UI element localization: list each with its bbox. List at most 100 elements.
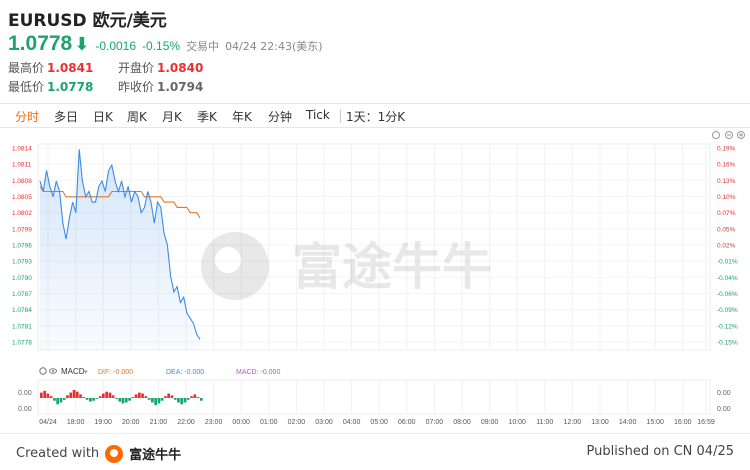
x-tick-label: 23:00: [205, 419, 223, 426]
macd-bar: [141, 393, 144, 398]
macd-bar: [124, 398, 128, 403]
macd-bar: [98, 396, 102, 398]
stat-open: 开盘价 1.0840: [118, 61, 204, 75]
tab-week-k[interactable]: 周K: [127, 108, 147, 125]
brand-name: 富途牛牛: [129, 448, 182, 463]
y-tick-label: -0.09%: [717, 307, 738, 314]
futu-logo-icon: [105, 444, 124, 463]
y-tick-label: -0.12%: [717, 323, 738, 330]
macd-bar: [75, 391, 79, 398]
tab-quarter-k[interactable]: 季K: [197, 108, 217, 125]
x-tick-label: 09:00: [481, 419, 499, 426]
undo-icon[interactable]: [712, 131, 720, 139]
macd-bar: [108, 392, 112, 398]
tab-year-k[interactable]: 年K: [232, 108, 252, 125]
settings-icon[interactable]: [39, 367, 47, 375]
y-tick-label: -0.15%: [717, 340, 738, 347]
zoom-in-icon[interactable]: [737, 131, 745, 139]
macd-legend: MACD ▾ DIF: -0.000 DEA: -0.000 MACD: -0.…: [39, 367, 280, 376]
macd-bar: [118, 398, 122, 402]
macd-bar: [95, 398, 99, 399]
macd-bar: [49, 396, 53, 398]
macd-bar: [186, 398, 190, 400]
stat-prev-close: 昨收价 1.0794: [118, 80, 204, 94]
macd-bar: [131, 397, 135, 398]
eye-icon[interactable]: [49, 368, 57, 374]
x-tick-label: 13:00: [591, 419, 609, 426]
macd-dea: DEA: -0.000: [166, 369, 204, 376]
x-tick-label: 08:00: [453, 419, 471, 426]
current-price: 1.0778: [8, 32, 73, 55]
macd-bar: [102, 393, 105, 398]
macd-bar: [105, 391, 108, 398]
x-tick-label: 18:00: [67, 419, 85, 426]
macd-bar: [164, 396, 167, 398]
macd-bar: [138, 392, 141, 398]
macd-bar: [82, 397, 86, 398]
y-tick-label: 1.0793: [12, 259, 32, 266]
x-tick-label: 21:00: [150, 419, 168, 426]
x-tick-label: 00:00: [232, 419, 250, 426]
tab-day-k[interactable]: 日K: [93, 108, 113, 125]
y-tick-label: 0.16%: [717, 162, 736, 169]
watermark-text: 富途牛牛: [292, 238, 492, 296]
zoom-out-icon[interactable]: [725, 131, 733, 139]
macd-bar: [180, 398, 184, 405]
tab-multi-day[interactable]: 多日: [54, 108, 78, 125]
price-area: [40, 149, 200, 350]
x-tick-label: 06:00: [398, 419, 416, 426]
tab-tick[interactable]: Tick: [306, 108, 330, 122]
down-arrow-icon: ⬇: [74, 34, 90, 54]
y-tick-label: 1.0781: [12, 323, 32, 330]
footer: Created with 富途牛牛 Published on CN 04/25: [0, 433, 750, 470]
price-change: -0.0016: [95, 39, 137, 53]
tab-range-selector[interactable]: 1天：1分K: [346, 108, 405, 125]
y-tick-label: 1.0790: [12, 275, 32, 282]
macd-bar: [89, 398, 92, 402]
tab-month-k[interactable]: 月K: [162, 108, 182, 125]
stat-high: 最高价 1.0841: [8, 61, 94, 75]
x-tick-label: 01:00: [260, 419, 278, 426]
stat-low: 最低价 1.0778: [8, 80, 94, 94]
macd-bar: [69, 392, 73, 398]
y-tick-label: 1.0808: [12, 178, 32, 185]
macd-bar: [160, 398, 164, 401]
macd-bar: [85, 398, 89, 400]
macd-bar: [157, 398, 161, 404]
y-tick-label: 0.19%: [717, 146, 736, 153]
tab-minute[interactable]: 分钟: [268, 108, 292, 125]
x-tick-label: 04:00: [343, 419, 361, 426]
published-date: Published on CN 04/25: [586, 444, 734, 459]
macd-bar: [79, 394, 82, 398]
macd-bar: [43, 390, 46, 398]
watermark: 富途牛牛: [201, 232, 492, 300]
y-tick-label: 1.0778: [12, 340, 32, 347]
macd-bar: [115, 398, 118, 399]
dropdown-icon[interactable]: ▾: [84, 369, 88, 376]
macd-bar: [134, 394, 138, 398]
macd-bar: [147, 398, 151, 400]
y-tick-label: -0.01%: [717, 259, 738, 266]
x-tick-label: 11:00: [536, 419, 553, 426]
x-tick-label: 15:00: [646, 419, 664, 426]
y-tick-label: -0.06%: [717, 291, 738, 298]
x-tick-label: 16:59: [697, 419, 715, 426]
macd-bar: [111, 395, 115, 398]
macd-label[interactable]: MACD: [61, 367, 85, 376]
y-axis-left: 1.0814 1.0811 1.0808 1.0805 1.0802 1.0799 1.07…: [12, 146, 32, 347]
y-tick-label: 1.0784: [12, 307, 32, 314]
macd-bar: [128, 398, 131, 401]
x-tick-label: 03:00: [315, 419, 333, 426]
y-tick-label: 0.10%: [717, 194, 736, 201]
macd-bar: [183, 398, 187, 403]
x-tick-label: 20:00: [122, 419, 140, 426]
tab-intraday[interactable]: 分时: [15, 108, 39, 125]
x-tick-label: 05:00: [370, 419, 388, 426]
y-tick-label: -0.04%: [717, 275, 738, 282]
y-tick-label: 1.0814: [12, 146, 32, 153]
macd-bar: [200, 398, 203, 401]
macd-bar: [177, 398, 180, 403]
x-tick-label: 14:00: [619, 419, 637, 426]
price-row: 1.0778 ⬇ -0.0016 -0.15% 交易中 04/24 22:43(…: [8, 32, 323, 56]
macd-bar: [92, 398, 95, 401]
